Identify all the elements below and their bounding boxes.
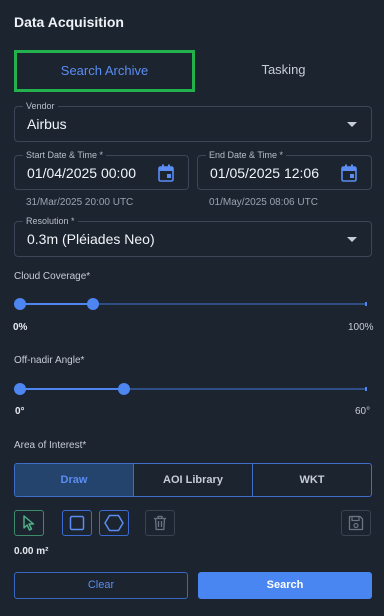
tab-bar: Search Archive Tasking bbox=[14, 50, 372, 92]
calendar-icon[interactable] bbox=[341, 164, 357, 182]
search-button[interactable]: Search bbox=[198, 572, 372, 599]
end-date-label: End Date & Time * bbox=[206, 149, 287, 161]
cloud-coverage-label: Cloud Coverage* bbox=[14, 271, 91, 282]
start-date-label: Start Date & Time * bbox=[23, 149, 107, 161]
rectangle-icon bbox=[69, 515, 85, 531]
slider-fill bbox=[20, 303, 93, 305]
end-date-value: 01/05/2025 12:06 bbox=[210, 165, 319, 181]
cloud-coverage-max-label: 100% bbox=[348, 322, 374, 333]
slider-thumb-min[interactable] bbox=[14, 298, 26, 310]
rectangle-tool-button[interactable] bbox=[62, 510, 92, 536]
slider-thumb-max[interactable] bbox=[117, 383, 130, 395]
aoi-wkt-button[interactable]: WKT bbox=[253, 464, 371, 496]
start-date-utc: 31/Mar/2025 20:00 UTC bbox=[26, 197, 134, 208]
aoi-draw-button[interactable]: Draw bbox=[15, 464, 134, 496]
pointer-tool-button[interactable] bbox=[14, 510, 44, 536]
trash-icon bbox=[154, 515, 166, 531]
clear-button[interactable]: Clear bbox=[14, 572, 188, 599]
polygon-tool-button[interactable] bbox=[99, 510, 129, 536]
off-nadir-min-label: 0° bbox=[15, 406, 25, 417]
vendor-value: Airbus bbox=[27, 116, 67, 132]
resolution-value: 0.3m (Pléiades Neo) bbox=[27, 231, 155, 247]
aoi-label: Area of Interest* bbox=[14, 440, 87, 451]
aoi-area-value: 0.00 m² bbox=[14, 546, 49, 557]
end-date-field[interactable]: End Date & Time * 01/05/2025 12:06 bbox=[197, 149, 372, 190]
delete-tool-button[interactable] bbox=[145, 510, 175, 536]
slider-thumb-max[interactable] bbox=[86, 298, 99, 310]
save-icon bbox=[348, 515, 364, 531]
chevron-down-icon bbox=[347, 237, 357, 242]
pointer-icon bbox=[23, 515, 35, 531]
aoi-mode-toggle: Draw AOI Library WKT bbox=[14, 463, 372, 497]
slider-tick-end bbox=[365, 302, 367, 306]
off-nadir-label: Off-nadir Angle* bbox=[14, 355, 85, 366]
slider-thumb-min[interactable] bbox=[14, 383, 26, 395]
off-nadir-max-label: 60° bbox=[355, 406, 371, 417]
start-date-field[interactable]: Start Date & Time * 01/04/2025 00:00 bbox=[14, 149, 189, 190]
calendar-icon[interactable] bbox=[158, 164, 174, 182]
resolution-label: Resolution * bbox=[23, 215, 78, 227]
cloud-coverage-slider[interactable] bbox=[14, 297, 367, 311]
tab-search-archive[interactable]: Search Archive bbox=[14, 50, 195, 92]
end-date-utc: 01/May/2025 08:06 UTC bbox=[209, 197, 318, 208]
tab-tasking[interactable]: Tasking bbox=[195, 50, 372, 92]
start-date-value: 01/04/2025 00:00 bbox=[27, 165, 136, 181]
chevron-down-icon bbox=[347, 122, 357, 127]
off-nadir-slider[interactable] bbox=[14, 382, 367, 396]
vendor-select[interactable]: Vendor Airbus bbox=[14, 100, 372, 142]
slider-tick-end bbox=[365, 387, 367, 391]
cloud-coverage-min-label: 0% bbox=[13, 322, 28, 333]
save-aoi-button[interactable] bbox=[341, 510, 371, 536]
aoi-library-button[interactable]: AOI Library bbox=[134, 464, 253, 496]
page-title: Data Acquisition bbox=[14, 14, 124, 30]
resolution-select[interactable]: Resolution * 0.3m (Pléiades Neo) bbox=[14, 215, 372, 257]
polygon-icon bbox=[104, 514, 124, 532]
vendor-label: Vendor bbox=[23, 100, 58, 112]
slider-fill bbox=[20, 388, 124, 390]
